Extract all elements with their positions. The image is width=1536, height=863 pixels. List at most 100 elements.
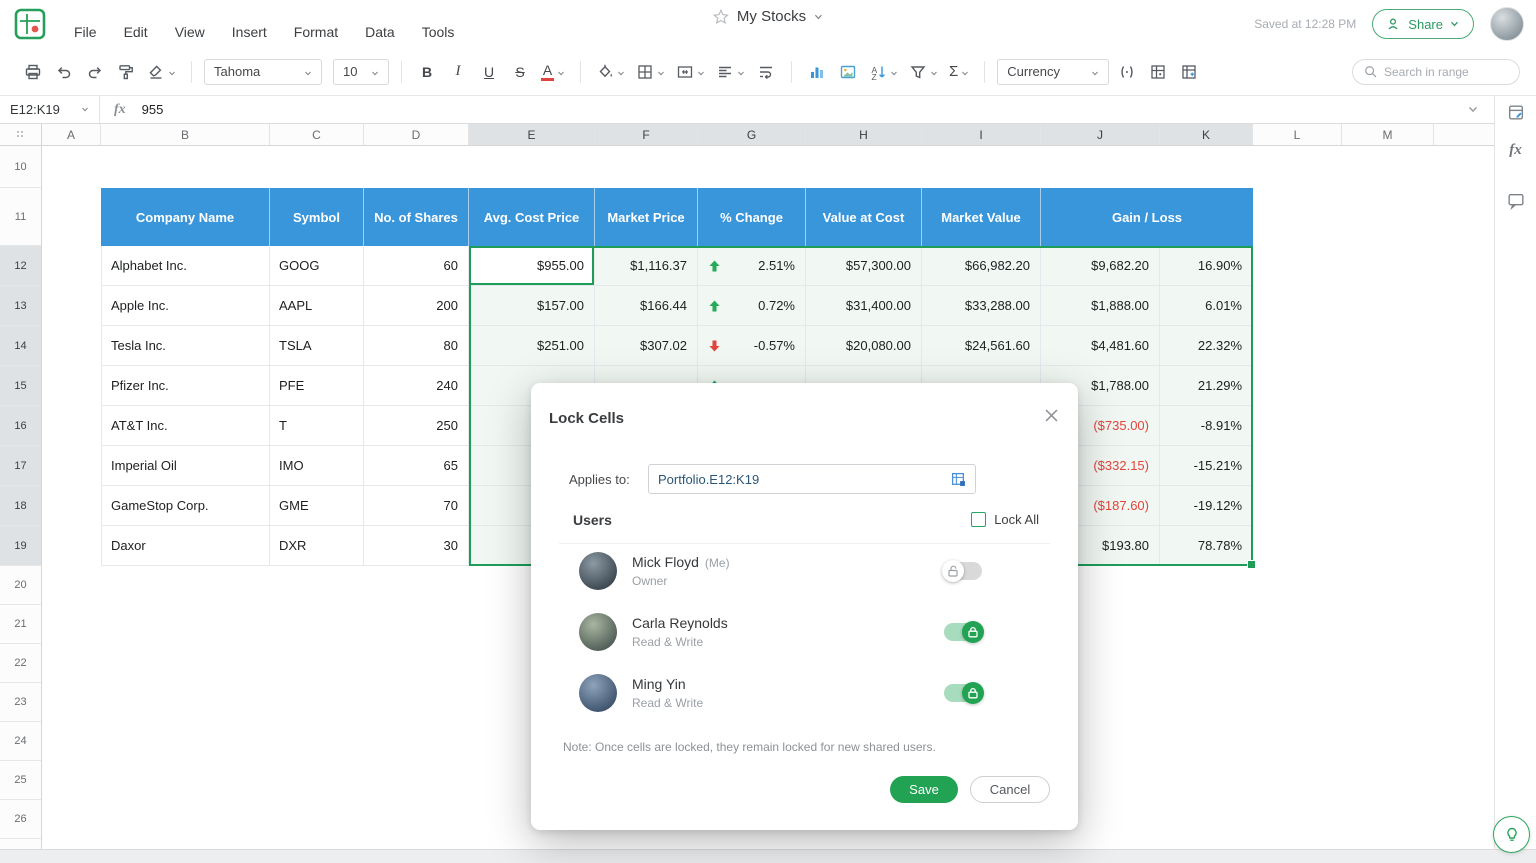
- assistant-button[interactable]: [1493, 816, 1530, 853]
- cell-gain[interactable]: $9,682.20: [1041, 246, 1160, 286]
- cell-company[interactable]: Apple Inc.: [101, 286, 270, 326]
- undo-button[interactable]: [51, 58, 77, 86]
- menu-view[interactable]: View: [175, 24, 205, 40]
- insert-image-button[interactable]: [835, 58, 861, 86]
- cell-history-icon[interactable]: [1506, 103, 1525, 122]
- cell-gain-pct[interactable]: 22.32%: [1160, 326, 1253, 366]
- document-title[interactable]: My Stocks: [712, 8, 823, 25]
- insert-chart-button[interactable]: [804, 58, 830, 86]
- active-cell-e12[interactable]: $955.00: [469, 246, 595, 286]
- font-size-select[interactable]: 10: [333, 58, 389, 85]
- borders-button[interactable]: [633, 58, 668, 86]
- comments-panel-icon[interactable]: [1506, 191, 1525, 210]
- applies-to-input[interactable]: Portfolio.E12:K19: [648, 464, 976, 494]
- cell-gain[interactable]: $4,481.60: [1041, 326, 1160, 366]
- cell-gain-pct[interactable]: 78.78%: [1160, 526, 1253, 566]
- eraser-button[interactable]: [144, 58, 179, 86]
- font-family-select[interactable]: Tahoma: [204, 58, 322, 85]
- app-logo-icon[interactable]: [14, 8, 46, 40]
- table-header[interactable]: Symbol: [270, 188, 364, 246]
- cell-change[interactable]: 0.72%: [698, 286, 806, 326]
- lock-toggle-on[interactable]: [944, 621, 984, 643]
- column-header-a[interactable]: A: [42, 124, 101, 145]
- share-button[interactable]: Share: [1372, 9, 1474, 39]
- cell-value-at-cost[interactable]: $20,080.00: [806, 326, 922, 366]
- row-header-21[interactable]: 21: [0, 605, 41, 644]
- cell-value-at-cost[interactable]: $31,400.00: [806, 286, 922, 326]
- row-header-15[interactable]: 15: [0, 366, 41, 406]
- cell-symbol[interactable]: GME: [270, 486, 364, 526]
- custom-format-icon[interactable]: [1114, 58, 1140, 86]
- column-header-c[interactable]: C: [270, 124, 364, 145]
- fill-color-button[interactable]: [593, 58, 628, 86]
- lock-all-checkbox[interactable]: [971, 512, 987, 527]
- row-header-24[interactable]: 24: [0, 722, 41, 761]
- cell-market-price[interactable]: $307.02: [595, 326, 698, 366]
- column-header-l[interactable]: L: [1253, 124, 1342, 145]
- pivot-table-icon[interactable]: [1176, 58, 1202, 86]
- row-header-11[interactable]: 11: [0, 188, 41, 246]
- column-header-g[interactable]: G: [698, 124, 806, 145]
- search-input[interactable]: [1384, 64, 1494, 79]
- cell-gain[interactable]: $1,888.00: [1041, 286, 1160, 326]
- paint-format-button[interactable]: [113, 58, 139, 86]
- cell-symbol[interactable]: DXR: [270, 526, 364, 566]
- cell-shares[interactable]: 70: [364, 486, 469, 526]
- column-header-e[interactable]: E: [469, 124, 595, 145]
- menu-format[interactable]: Format: [294, 24, 338, 40]
- row-header-10[interactable]: 10: [0, 146, 41, 188]
- cell-value-at-cost[interactable]: $57,300.00: [806, 246, 922, 286]
- cell-gain-pct[interactable]: 16.90%: [1160, 246, 1253, 286]
- cell-shares[interactable]: 250: [364, 406, 469, 446]
- row-header-17[interactable]: 17: [0, 446, 41, 486]
- lock-toggle-off[interactable]: [942, 560, 982, 582]
- wrap-text-button[interactable]: [753, 58, 779, 86]
- cell-market-value[interactable]: $33,288.00: [922, 286, 1041, 326]
- cell-market-value[interactable]: $24,561.60: [922, 326, 1041, 366]
- row-header-16[interactable]: 16: [0, 406, 41, 446]
- cell-gain-pct[interactable]: -8.91%: [1160, 406, 1253, 446]
- cell-company[interactable]: GameStop Corp.: [101, 486, 270, 526]
- cell-shares[interactable]: 200: [364, 286, 469, 326]
- row-header-26[interactable]: 26: [0, 800, 41, 839]
- cancel-button[interactable]: Cancel: [970, 776, 1050, 803]
- row-header-12[interactable]: 12: [0, 246, 41, 286]
- cell-gain-pct[interactable]: -15.21%: [1160, 446, 1253, 486]
- cell-symbol[interactable]: PFE: [270, 366, 364, 406]
- sort-button[interactable]: AZ: [866, 58, 901, 86]
- formula-input[interactable]: 955: [142, 102, 164, 117]
- cell-symbol[interactable]: AAPL: [270, 286, 364, 326]
- menu-file[interactable]: File: [74, 24, 97, 40]
- column-header-i[interactable]: I: [922, 124, 1041, 145]
- table-header[interactable]: Gain / Loss: [1041, 188, 1253, 246]
- underline-button[interactable]: U: [476, 58, 502, 86]
- row-header-25[interactable]: 25: [0, 761, 41, 800]
- table-header[interactable]: Company Name: [101, 188, 270, 246]
- column-header-j[interactable]: J: [1041, 124, 1160, 145]
- range-picker-icon[interactable]: [951, 472, 966, 487]
- cell-shares[interactable]: 240: [364, 366, 469, 406]
- column-header-b[interactable]: B: [101, 124, 270, 145]
- column-header-f[interactable]: F: [595, 124, 698, 145]
- column-header-m[interactable]: M: [1342, 124, 1434, 145]
- redo-button[interactable]: [82, 58, 108, 86]
- font-color-button[interactable]: A: [538, 58, 568, 86]
- horizontal-align-button[interactable]: [713, 58, 748, 86]
- table-header[interactable]: Value at Cost: [806, 188, 922, 246]
- sum-button[interactable]: Σ: [946, 58, 972, 86]
- collapse-formula-bar-icon[interactable]: [1468, 106, 1478, 113]
- cell-company[interactable]: AT&T Inc.: [101, 406, 270, 446]
- row-header-14[interactable]: 14: [0, 326, 41, 366]
- save-button[interactable]: Save: [890, 776, 958, 803]
- cell-gain-pct[interactable]: 21.29%: [1160, 366, 1253, 406]
- row-header-19[interactable]: 19: [0, 526, 41, 566]
- menu-edit[interactable]: Edit: [124, 24, 148, 40]
- cell-gain-pct[interactable]: 6.01%: [1160, 286, 1253, 326]
- cell-symbol[interactable]: T: [270, 406, 364, 446]
- number-format-select[interactable]: Currency: [997, 58, 1110, 85]
- column-header-k[interactable]: K: [1160, 124, 1253, 145]
- cell-avg-cost[interactable]: $251.00: [469, 326, 595, 366]
- star-icon[interactable]: [712, 8, 729, 25]
- cell-company[interactable]: Daxor: [101, 526, 270, 566]
- cell-company[interactable]: Alphabet Inc.: [101, 246, 270, 286]
